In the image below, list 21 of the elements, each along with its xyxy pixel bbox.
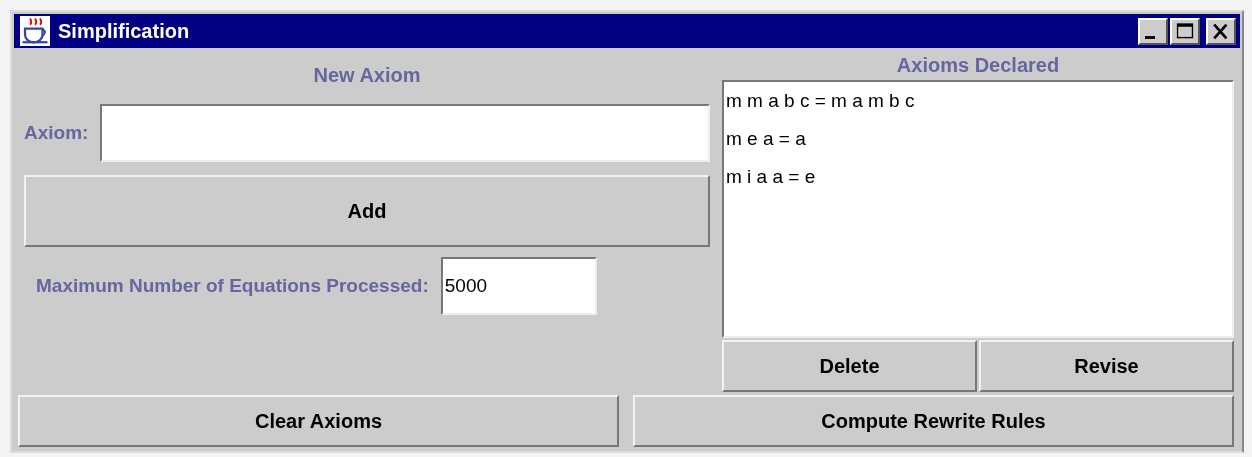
section-heading: Axioms Declared bbox=[895, 54, 1061, 78]
cup-icon bbox=[20, 16, 50, 46]
list-action-button[interactable]: Delete bbox=[722, 340, 977, 392]
axiom-input-field[interactable] bbox=[100, 104, 710, 162]
list-action-button[interactable]: Revise bbox=[979, 340, 1234, 392]
window-title: Simplification bbox=[58, 19, 190, 43]
maximize-icon bbox=[1174, 21, 1196, 41]
axiom-list-item[interactable]: m i a a = e bbox=[726, 162, 1230, 200]
field-label: Maximum Number of Equations Processed: bbox=[36, 275, 429, 297]
axiom-list-item[interactable]: m e a = a bbox=[726, 124, 1230, 162]
maximize-button[interactable] bbox=[1170, 17, 1200, 45]
minimize-icon bbox=[1145, 35, 1155, 39]
axiom-list-item[interactable]: m m a b c = m a m b c bbox=[726, 86, 1230, 124]
max-equations-field[interactable]: 5000 bbox=[440, 257, 597, 315]
close-button[interactable] bbox=[1206, 17, 1236, 45]
section-heading: New Axiom bbox=[312, 64, 422, 88]
action-button[interactable]: Clear Axioms bbox=[18, 395, 619, 447]
add-button[interactable]: Add bbox=[24, 175, 710, 247]
action-button[interactable]: Compute Rewrite Rules bbox=[633, 395, 1234, 447]
field-label: Axiom: bbox=[24, 122, 89, 144]
minimize-button[interactable] bbox=[1138, 17, 1168, 45]
